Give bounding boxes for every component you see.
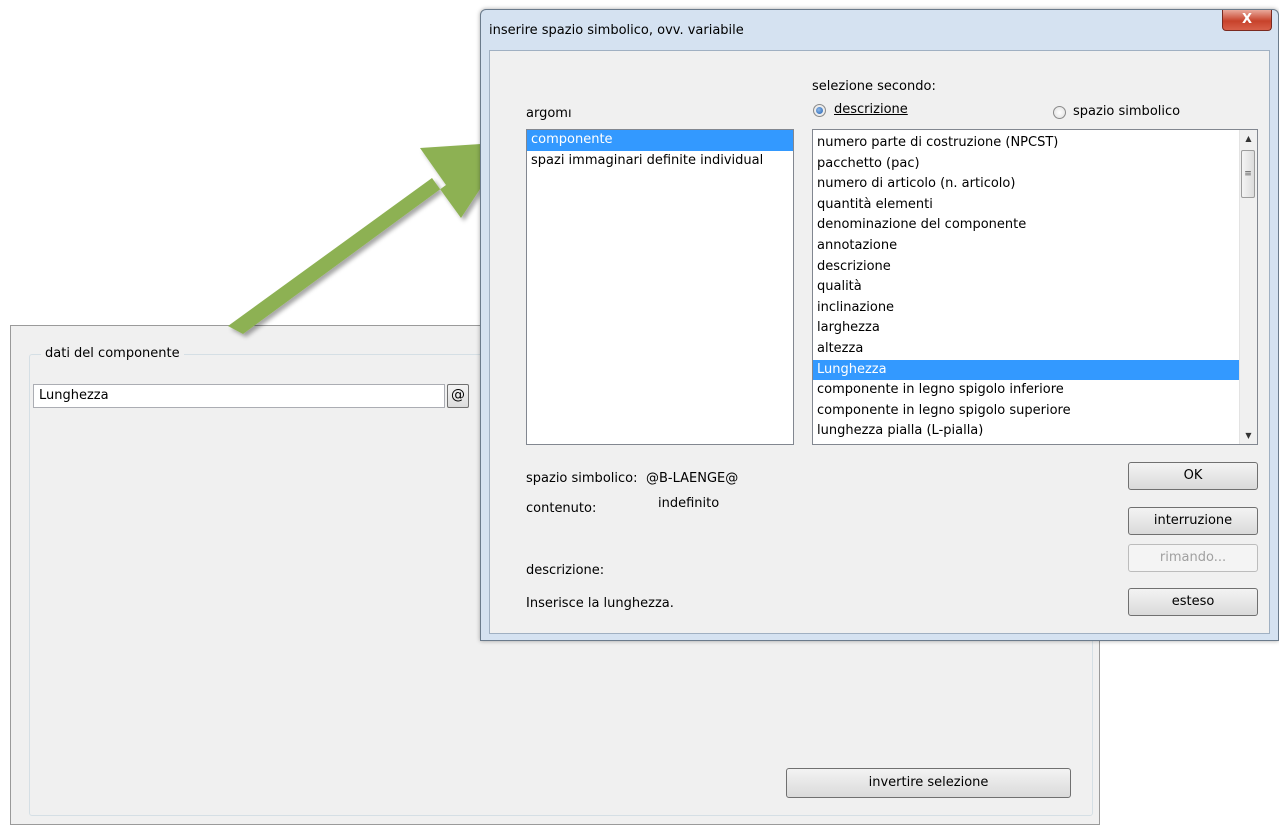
description-label: descrizione: (526, 563, 605, 578)
extended-button[interactable]: esteso (1128, 588, 1258, 616)
component-data-field[interactable]: Lunghezza (33, 384, 445, 408)
group-title: dati del componente (41, 346, 184, 361)
variable-list-item[interactable]: qualità (813, 277, 1240, 298)
argument-list-item[interactable]: componente (527, 130, 793, 151)
radio-description-label: descrizione (834, 102, 908, 117)
radio-button-checked[interactable] (813, 104, 826, 117)
dialog-title: inserire spazio simbolico, ovv. variabil… (489, 23, 744, 38)
variable-list-item[interactable]: denominazione del componente (813, 215, 1240, 236)
content-value: indefinito (658, 496, 720, 511)
interrupt-button[interactable]: interruzione (1128, 507, 1258, 535)
variable-list-item[interactable]: larghezza (813, 318, 1240, 339)
variable-list-item[interactable]: numero parte di costruzione (NPCST) (813, 133, 1240, 154)
variable-list-scrollbar[interactable]: ▲ ≡ ▼ (1239, 130, 1257, 444)
variable-list-item[interactable]: Lunghezza (813, 359, 1240, 381)
selection-label: selezione secondo: (812, 79, 936, 94)
insert-variable-button[interactable]: @ (447, 384, 469, 408)
variable-list-item[interactable]: componente in legno spigolo inferiore (813, 380, 1240, 401)
radio-button-unchecked[interactable] (1053, 106, 1066, 119)
arrow-shape (228, 142, 511, 334)
variable-list-item[interactable]: altezza (813, 339, 1240, 360)
reference-button[interactable]: rimando... (1128, 544, 1258, 572)
invert-selection-button[interactable]: invertire selezione (786, 768, 1071, 798)
scroll-down-icon[interactable]: ▼ (1240, 427, 1257, 444)
dialog-titlebar[interactable]: inserire spazio simbolico, ovv. variabil… (481, 10, 1278, 50)
ok-button[interactable]: OK (1128, 462, 1258, 490)
argument-list-item[interactable]: spazi immaginari definite individual (527, 151, 793, 172)
variable-list-item[interactable]: descrizione (813, 257, 1240, 278)
variable-list-item[interactable]: numero di articolo (n. articolo) (813, 174, 1240, 195)
dialog-body: selezione secondo: argomı descrizione sp… (489, 50, 1270, 634)
insert-variable-dialog: inserire spazio simbolico, ovv. variabil… (480, 9, 1279, 641)
variable-list[interactable]: numero parte di costruzione (NPCST) pacch… (812, 129, 1258, 445)
variable-list-item[interactable]: inclinazione (813, 298, 1240, 319)
content-label: contenuto: (526, 501, 597, 516)
variable-list-item[interactable]: pacchetto (pac) (813, 154, 1240, 175)
argument-label: argomı (526, 106, 572, 121)
variable-list-item[interactable]: annotazione (813, 236, 1240, 257)
argument-list[interactable]: componente spazi immaginari definite indi… (526, 129, 794, 445)
radio-symbolic-label: spazio simbolico (1073, 104, 1181, 119)
description-value: Inserisce la lunghezza. (526, 596, 674, 611)
symbolic-space-value: @B-LAENGE@ (646, 471, 739, 486)
symbolic-space-label: spazio simbolico: (526, 471, 638, 486)
scroll-up-icon[interactable]: ▲ (1240, 130, 1257, 147)
variable-list-item[interactable]: quantità elementi (813, 195, 1240, 216)
close-icon[interactable]: X (1222, 10, 1272, 31)
variable-list-item[interactable]: componente in legno spigolo superiore (813, 401, 1240, 422)
variable-list-item[interactable]: lunghezza pialla (L-pialla) (813, 421, 1240, 442)
scroll-thumb[interactable]: ≡ (1241, 150, 1255, 198)
